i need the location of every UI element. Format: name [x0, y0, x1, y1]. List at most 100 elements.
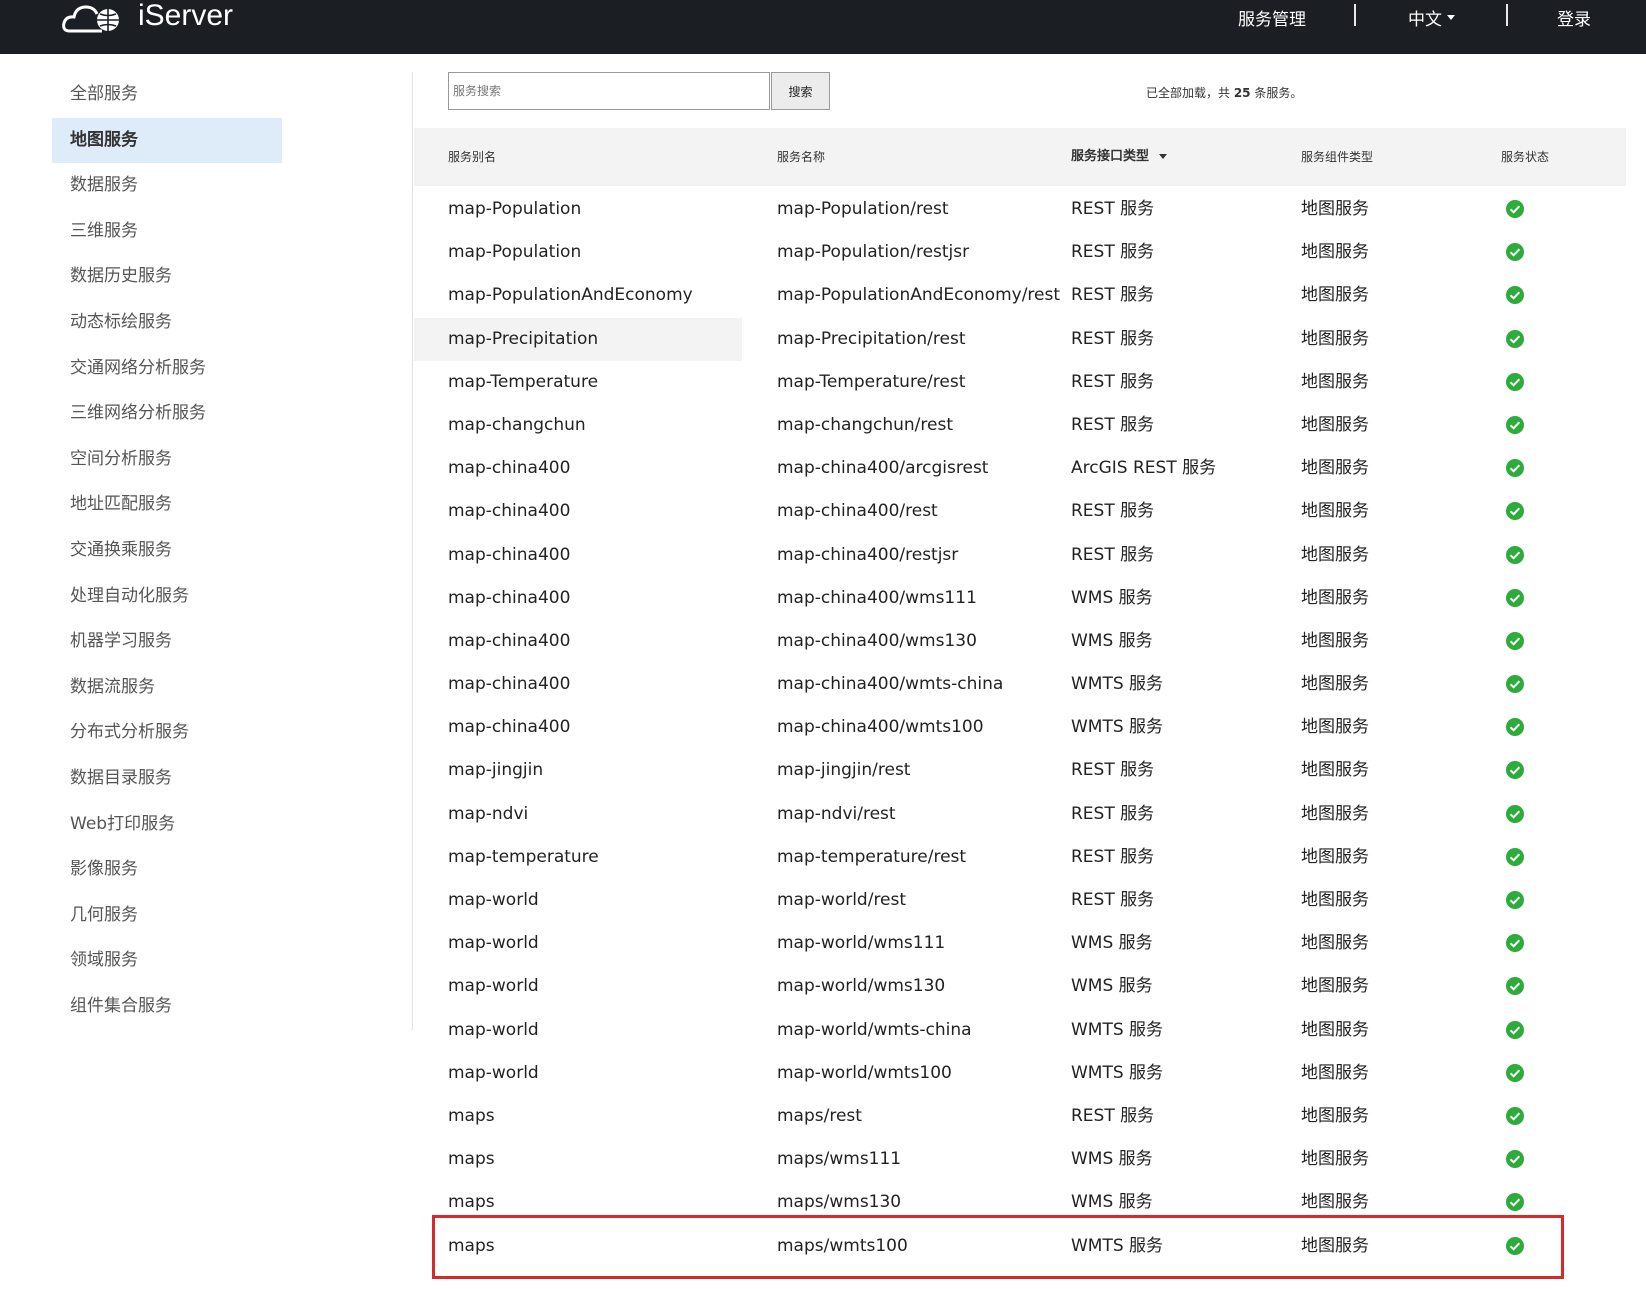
logo[interactable]: iServer	[62, 0, 233, 36]
table-row[interactable]: map-china400 map-china400/wms130 WMS 服务 地图服…	[414, 620, 1626, 663]
cell-interface-type: REST 服务	[1071, 414, 1155, 435]
sidebar-item[interactable]: Web打印服务	[52, 802, 282, 848]
cell-alias: map-china400	[448, 458, 571, 479]
search-input[interactable]	[448, 72, 770, 110]
nav-login[interactable]: 登录	[1557, 0, 1591, 34]
table-row[interactable]: maps maps/wms111 WMS 服务 地图服务	[414, 1138, 1626, 1181]
cell-service-name[interactable]: map-Population/rest	[777, 188, 949, 231]
cell-service-name[interactable]: map-Precipitation/rest	[777, 318, 966, 361]
cell-service-name[interactable]: map-china400/wmts100	[777, 706, 984, 749]
sidebar-item[interactable]: 组件集合服务	[52, 984, 282, 1030]
table-row[interactable]: map-china400 map-china400/wms111 WMS 服务 地图服…	[414, 577, 1626, 620]
table-row[interactable]: map-jingjin map-jingjin/rest REST 服务 地图服务	[414, 749, 1626, 792]
cell-service-name[interactable]: map-world/wmts-china	[777, 1009, 972, 1052]
cell-service-name[interactable]: map-china400/wms111	[777, 577, 977, 620]
table-row[interactable]: map-world map-world/wms130 WMS 服务 地图服务	[414, 965, 1626, 1008]
cell-interface-type: WMTS 服务	[1071, 674, 1164, 695]
table-row[interactable]: map-changchun map-changchun/rest REST 服务 地图…	[414, 404, 1626, 447]
sidebar-item[interactable]: 三维服务	[52, 209, 282, 255]
cell-service-name[interactable]: map-Temperature/rest	[777, 361, 965, 404]
sidebar-item[interactable]: 影像服务	[52, 847, 282, 893]
sidebar-item[interactable]: 数据历史服务	[52, 254, 282, 300]
table-row[interactable]: map-world map-world/wms111 WMS 服务 地图服务	[414, 922, 1626, 965]
table-row[interactable]: map-ndvi map-ndvi/rest REST 服务 地图服务	[414, 793, 1626, 836]
cell-service-name[interactable]: map-china400/wms130	[777, 620, 977, 663]
sidebar-item[interactable]: 数据流服务	[52, 665, 282, 711]
sidebar-item[interactable]: 几何服务	[52, 893, 282, 939]
count-suffix: 条服务。	[1250, 86, 1303, 100]
check-circle-icon	[1506, 1063, 1524, 1082]
cell-service-name[interactable]: map-jingjin/rest	[777, 749, 910, 792]
cell-service-name[interactable]: map-ndvi/rest	[777, 793, 896, 836]
cell-service-name[interactable]: map-changchun/rest	[777, 404, 953, 447]
sidebar-item[interactable]: 全部服务	[52, 72, 282, 118]
cell-alias: map-Temperature	[448, 371, 599, 392]
sidebar-item[interactable]: 地址匹配服务	[52, 482, 282, 528]
sidebar-item[interactable]: 动态标绘服务	[52, 300, 282, 346]
sidebar-item[interactable]: 三维网络分析服务	[52, 391, 282, 437]
check-circle-icon	[1506, 804, 1524, 823]
cell-service-name[interactable]: map-temperature/rest	[777, 836, 966, 879]
table-row[interactable]: map-china400 map-china400/wmts-china WMTS …	[414, 663, 1626, 706]
table-row[interactable]: map-temperature map-temperature/rest REST …	[414, 836, 1626, 879]
column-header-component-type[interactable]: 服务组件类型	[1301, 128, 1373, 186]
cell-service-name[interactable]: map-world/rest	[777, 879, 906, 922]
cell-service-name[interactable]: maps/rest	[777, 1095, 862, 1138]
cell-component-type: 地图服务	[1301, 846, 1369, 867]
column-header-interface-type[interactable]: 服务接口类型	[1071, 128, 1167, 186]
column-header-status[interactable]: 服务状态	[1501, 128, 1549, 186]
cell-alias: map-china400	[448, 717, 571, 738]
table-row[interactable]: map-world map-world/rest REST 服务 地图服务	[414, 879, 1626, 922]
table-row[interactable]: maps maps/rest REST 服务 地图服务	[414, 1095, 1626, 1138]
nav-service-manage[interactable]: 服务管理	[1238, 0, 1306, 34]
cell-service-name[interactable]: map-china400/restjsr	[777, 534, 958, 577]
top-navbar: iServer 服务管理 中文 登录	[0, 0, 1646, 54]
table-row[interactable]: map-Population map-Population/restjsr REST…	[414, 231, 1626, 274]
cell-service-name[interactable]: map-china400/rest	[777, 490, 938, 533]
sidebar-item[interactable]: 领域服务	[52, 938, 282, 984]
column-header-interface-type-label: 服务接口类型	[1071, 149, 1150, 164]
table-row[interactable]: map-Precipitation map-Precipitation/rest R…	[414, 317, 1626, 361]
column-header-name[interactable]: 服务名称	[777, 128, 825, 186]
sidebar-item[interactable]: 地图服务	[52, 117, 282, 164]
nav-language-dropdown[interactable]: 中文	[1408, 0, 1455, 34]
cell-component-type: 地图服务	[1301, 717, 1369, 738]
cell-component-type: 地图服务	[1301, 1019, 1369, 1040]
sidebar-item[interactable]: 处理自动化服务	[52, 574, 282, 620]
cell-alias: map-changchun	[448, 414, 586, 435]
service-table-body: map-Population map-Population/rest REST 服务…	[414, 188, 1626, 1268]
table-row[interactable]: map-china400 map-china400/rest REST 服务 地图服务	[414, 490, 1626, 533]
cell-service-name[interactable]: map-Population/restjsr	[777, 231, 969, 274]
table-row[interactable]: map-china400 map-china400/arcgisrest ArcGI…	[414, 447, 1626, 490]
column-header-alias[interactable]: 服务别名	[448, 128, 496, 186]
sidebar-item[interactable]: 交通网络分析服务	[52, 346, 282, 392]
table-row[interactable]: map-world map-world/wmts100 WMTS 服务 地图服务	[414, 1052, 1626, 1095]
table-row[interactable]: map-china400 map-china400/restjsr REST 服务 地…	[414, 534, 1626, 577]
sidebar-item[interactable]: 数据目录服务	[52, 756, 282, 802]
cell-service-name[interactable]: maps/wms111	[777, 1138, 901, 1181]
cell-service-name[interactable]: map-PopulationAndEconomy/rest	[777, 274, 1060, 317]
table-row[interactable]: map-PopulationAndEconomy map-PopulationAn…	[414, 274, 1626, 317]
cell-service-name[interactable]: map-china400/arcgisrest	[777, 447, 988, 490]
cell-interface-type: REST 服务	[1071, 199, 1155, 219]
search-button[interactable]: 搜索	[771, 72, 830, 110]
table-row[interactable]: map-china400 map-china400/wmts100 WMTS 服务 地…	[414, 706, 1626, 749]
sidebar-item[interactable]: 交通换乘服务	[52, 528, 282, 574]
table-row[interactable]: map-Temperature map-Temperature/rest REST …	[414, 361, 1626, 404]
sidebar-item[interactable]: 分布式分析服务	[52, 710, 282, 756]
sidebar-item[interactable]: 空间分析服务	[52, 437, 282, 483]
sidebar-item[interactable]: 数据服务	[52, 163, 282, 209]
cell-component-type: 地图服务	[1301, 803, 1369, 824]
sort-caret-icon	[1158, 154, 1167, 159]
cell-service-name[interactable]: map-world/wmts100	[777, 1052, 952, 1095]
sidebar-item[interactable]: 机器学习服务	[52, 619, 282, 665]
cell-service-name[interactable]: map-china400/wmts-china	[777, 663, 1003, 706]
cell-interface-type: REST 服务	[1071, 242, 1155, 263]
check-circle-icon	[1506, 718, 1524, 737]
cell-service-name[interactable]: map-world/wms111	[777, 922, 945, 965]
table-row[interactable]: map-world map-world/wmts-china WMTS 服务 地图服务	[414, 1009, 1626, 1052]
cell-interface-type: WMS 服务	[1071, 976, 1153, 997]
cell-interface-type: REST 服务	[1071, 1105, 1155, 1126]
cell-service-name[interactable]: map-world/wms130	[777, 965, 945, 1008]
table-row[interactable]: map-Population map-Population/rest REST 服务…	[414, 188, 1626, 231]
